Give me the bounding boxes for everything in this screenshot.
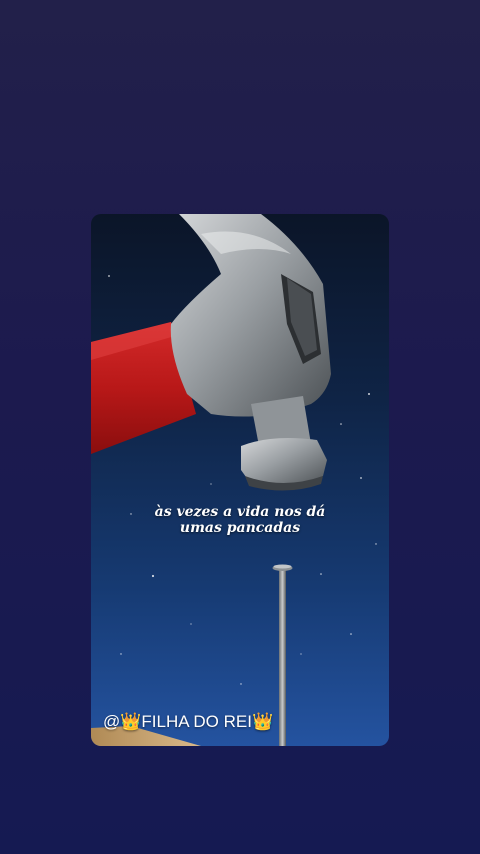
video-caption: às vezes a vida nos dá umas pancadas: [91, 504, 389, 536]
scene-illustration: [91, 214, 377, 746]
caption-line-2: umas pancadas: [179, 520, 301, 536]
caption-line-1: às vezes a vida nos dá: [154, 504, 326, 520]
video-card[interactable]: às vezes a vida nos dá umas pancadas @👑F…: [91, 214, 389, 746]
hammer-icon: [91, 214, 331, 491]
nail-icon: [272, 564, 293, 746]
creator-watermark: @👑FILHA DO REI👑: [103, 712, 274, 731]
